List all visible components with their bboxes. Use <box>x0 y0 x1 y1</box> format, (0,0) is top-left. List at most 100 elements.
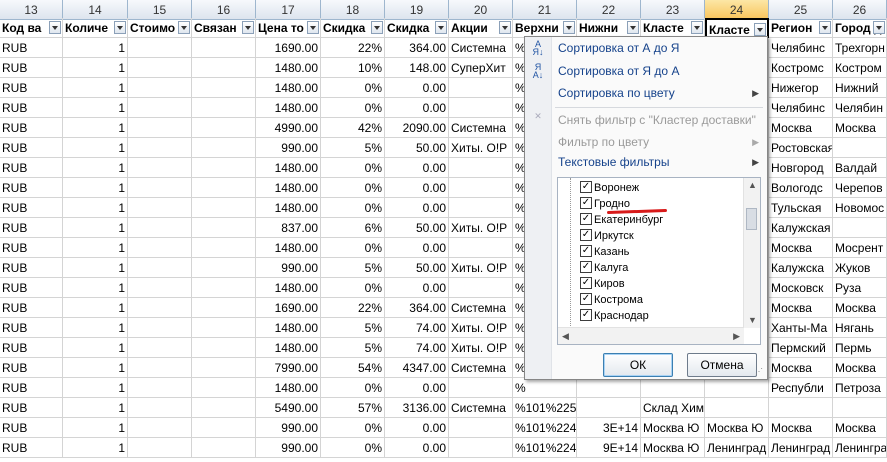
filter-dropdown-icon[interactable] <box>499 21 511 34</box>
table-cell[interactable]: 364.00 <box>385 38 449 58</box>
table-cell[interactable] <box>128 58 192 78</box>
table-cell[interactable]: 1 <box>63 118 128 138</box>
table-cell[interactable] <box>192 298 256 318</box>
table-cell[interactable]: RUB <box>0 418 63 438</box>
table-cell[interactable]: Хиты. О!Р <box>449 338 513 358</box>
table-cell[interactable] <box>192 378 256 398</box>
table-cell[interactable] <box>128 338 192 358</box>
filter-dropdown-icon[interactable] <box>242 21 254 34</box>
table-cell[interactable]: Челябин <box>833 98 887 118</box>
table-cell[interactable] <box>192 178 256 198</box>
table-cell[interactable]: 74.00 <box>385 318 449 338</box>
table-cell[interactable]: RUB <box>0 358 63 378</box>
column-header[interactable]: 13 <box>0 0 63 20</box>
table-cell[interactable] <box>128 198 192 218</box>
table-cell[interactable] <box>192 158 256 178</box>
table-cell[interactable]: 54% <box>321 358 385 378</box>
table-cell[interactable]: RUB <box>0 158 63 178</box>
table-cell[interactable]: 990.00 <box>256 418 321 438</box>
table-cell[interactable] <box>192 338 256 358</box>
ok-button[interactable]: ОК <box>603 353 673 377</box>
table-cell[interactable]: Ленинград <box>769 438 833 458</box>
column-title-cell[interactable]: Количе <box>63 18 128 38</box>
column-title-cell[interactable]: Скидка <box>321 18 385 38</box>
table-cell[interactable]: 0% <box>321 98 385 118</box>
filter-dropdown-icon[interactable] <box>49 21 61 34</box>
table-cell[interactable]: %101%224 <box>513 418 577 438</box>
scroll-right-icon[interactable]: ▶ <box>733 331 740 342</box>
table-cell[interactable]: 1480.00 <box>256 278 321 298</box>
table-cell[interactable]: Ханты-Ма <box>769 318 833 338</box>
column-header[interactable]: 23 <box>641 0 705 20</box>
table-cell[interactable] <box>128 258 192 278</box>
table-cell[interactable]: Нижегор <box>769 78 833 98</box>
table-cell[interactable]: RUB <box>0 258 63 278</box>
table-cell[interactable] <box>128 218 192 238</box>
resize-grip-icon[interactable]: ⋰ <box>755 367 765 377</box>
table-cell[interactable]: 1 <box>63 378 128 398</box>
table-cell[interactable] <box>192 218 256 238</box>
table-cell[interactable]: 1480.00 <box>256 338 321 358</box>
filter-dropdown-icon[interactable] <box>563 21 575 34</box>
table-cell[interactable]: 5490.00 <box>256 398 321 418</box>
column-title-cell[interactable]: Класте <box>705 18 769 38</box>
table-cell[interactable]: 990.00 <box>256 258 321 278</box>
table-cell[interactable]: 5% <box>321 318 385 338</box>
table-cell[interactable]: Системна <box>449 118 513 138</box>
filter-value-item[interactable]: ✓ Екатеринбург <box>580 212 663 228</box>
filter-value-item[interactable]: ✓ Киров <box>580 276 625 292</box>
table-cell[interactable]: 1 <box>63 38 128 58</box>
table-cell[interactable]: 0% <box>321 178 385 198</box>
table-cell[interactable]: 50.00 <box>385 218 449 238</box>
column-header[interactable]: 16 <box>192 0 256 20</box>
table-cell[interactable] <box>128 78 192 98</box>
table-cell[interactable]: Ленинградская Об <box>833 438 887 458</box>
table-cell[interactable] <box>833 398 887 418</box>
table-cell[interactable]: Системна <box>449 298 513 318</box>
table-cell[interactable]: RUB <box>0 298 63 318</box>
table-cell[interactable]: 0% <box>321 238 385 258</box>
table-cell[interactable] <box>128 178 192 198</box>
table-cell[interactable]: СуперХит <box>449 58 513 78</box>
table-cell[interactable]: 3E+14 <box>577 418 641 438</box>
table-cell[interactable]: 1480.00 <box>256 98 321 118</box>
table-cell[interactable]: 990.00 <box>256 438 321 458</box>
checkbox-checked-icon[interactable]: ✓ <box>580 245 592 258</box>
table-cell[interactable]: RUB <box>0 78 63 98</box>
table-cell[interactable]: 4990.00 <box>256 118 321 138</box>
table-cell[interactable]: Руза <box>833 278 887 298</box>
sort-ascending-item[interactable]: А Я↓ Сортировка от А до Я <box>525 37 767 59</box>
table-cell[interactable]: Склад Химки <box>641 398 705 418</box>
table-cell[interactable]: Черепов <box>833 178 887 198</box>
table-cell[interactable] <box>128 138 192 158</box>
table-cell[interactable]: Тульская <box>769 198 833 218</box>
scroll-up-icon[interactable]: ▲ <box>748 180 757 190</box>
checkbox-checked-icon[interactable]: ✓ <box>580 293 592 306</box>
table-cell[interactable]: Московск <box>769 278 833 298</box>
table-cell[interactable]: 9E+14 <box>577 438 641 458</box>
table-cell[interactable]: 1480.00 <box>256 178 321 198</box>
table-cell[interactable]: 1480.00 <box>256 238 321 258</box>
table-cell[interactable] <box>449 238 513 258</box>
table-cell[interactable] <box>128 278 192 298</box>
table-cell[interactable]: Москва <box>769 238 833 258</box>
table-cell[interactable]: Москва <box>833 118 887 138</box>
checkbox-checked-icon[interactable]: ✓ <box>580 277 592 290</box>
table-cell[interactable]: 7990.00 <box>256 358 321 378</box>
table-cell[interactable] <box>128 398 192 418</box>
text-filters-item[interactable]: Текстовые фильтры ▶ <box>525 151 767 173</box>
table-cell[interactable]: 1 <box>63 338 128 358</box>
table-cell[interactable]: RUB <box>0 238 63 258</box>
table-cell[interactable]: RUB <box>0 278 63 298</box>
table-cell[interactable]: Ростовская Област <box>769 138 833 158</box>
table-cell[interactable] <box>192 318 256 338</box>
column-title-cell[interactable]: Стоимо <box>128 18 192 38</box>
table-cell[interactable] <box>128 358 192 378</box>
checkbox-checked-icon[interactable]: ✓ <box>580 261 592 274</box>
sort-by-color-item[interactable]: Сортировка по цвету ▶ <box>525 82 767 104</box>
table-cell[interactable]: Петроза <box>833 378 887 398</box>
table-cell[interactable] <box>128 158 192 178</box>
column-title-cell[interactable]: Город д <box>833 18 887 38</box>
table-cell[interactable]: Жуков <box>833 258 887 278</box>
table-cell[interactable]: 4347.00 <box>385 358 449 378</box>
